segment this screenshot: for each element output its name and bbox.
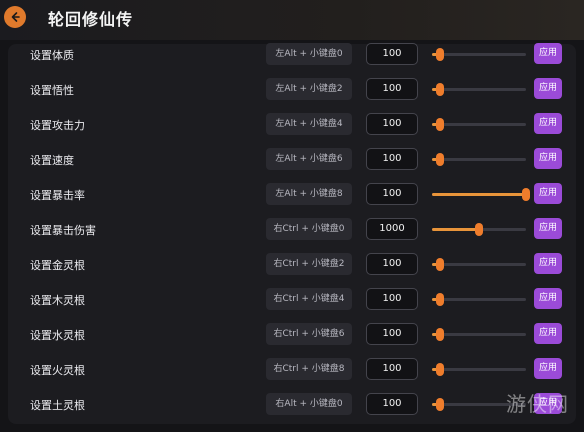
slider-thumb[interactable]: [475, 223, 483, 236]
apply-button[interactable]: 应用: [534, 148, 562, 169]
value-slider[interactable]: [432, 48, 526, 61]
back-button[interactable]: [4, 6, 26, 28]
hotkey-badge: 左Alt + 小键盘8: [266, 183, 352, 205]
value-slider[interactable]: [432, 188, 530, 201]
setting-label: 设置水灵根: [30, 329, 85, 342]
apply-button[interactable]: 应用: [534, 113, 562, 134]
hotkey-badge: 左Alt + 小键盘6: [266, 148, 352, 170]
slider-track: [432, 403, 526, 406]
slider-thumb[interactable]: [522, 188, 530, 201]
hotkey-badge: 右Ctrl + 小键盘4: [266, 288, 352, 310]
slider-thumb[interactable]: [435, 258, 444, 271]
slider-thumb[interactable]: [435, 83, 444, 96]
slider-track: [432, 123, 526, 126]
setting-label: 设置体质: [30, 49, 74, 62]
apply-button[interactable]: 应用: [534, 323, 562, 344]
setting-row: 设置攻击力 左Alt + 小键盘4 100 应用: [0, 110, 584, 140]
value-slider[interactable]: [432, 83, 526, 96]
setting-row: 设置速度 左Alt + 小键盘6 100 应用: [0, 145, 584, 175]
slider-track: [432, 333, 526, 336]
value-slider[interactable]: [432, 258, 526, 271]
slider-thumb[interactable]: [435, 153, 444, 166]
value-input[interactable]: 100: [366, 113, 418, 135]
slider-thumb[interactable]: [435, 293, 444, 306]
slider-thumb[interactable]: [435, 118, 444, 131]
value-slider[interactable]: [432, 363, 526, 376]
hotkey-badge: 右Ctrl + 小键盘2: [266, 253, 352, 275]
setting-label: 设置暴击率: [30, 189, 85, 202]
setting-row: 设置土灵根 右Alt + 小键盘0 100 应用: [0, 390, 584, 420]
slider-thumb[interactable]: [435, 48, 444, 61]
title-bar: 轮回修仙传: [0, 0, 584, 40]
setting-label: 设置火灵根: [30, 364, 85, 377]
slider-track: [432, 53, 526, 56]
value-input[interactable]: 1000: [366, 218, 418, 240]
apply-button[interactable]: 应用: [534, 218, 562, 239]
setting-label: 设置暴击伤害: [30, 224, 96, 237]
value-slider[interactable]: [432, 328, 526, 341]
apply-button[interactable]: 应用: [534, 43, 562, 64]
hotkey-badge: 右Alt + 小键盘0: [266, 393, 352, 415]
back-arrow-icon: [9, 8, 21, 27]
setting-row: 设置暴击伤害 右Ctrl + 小键盘0 1000 应用: [0, 215, 584, 245]
setting-label: 设置攻击力: [30, 119, 85, 132]
hotkey-badge: 右Ctrl + 小键盘8: [266, 358, 352, 380]
setting-label: 设置金灵根: [30, 259, 85, 272]
app-title: 轮回修仙传: [48, 10, 134, 29]
setting-label: 设置土灵根: [30, 399, 85, 412]
slider-thumb[interactable]: [435, 363, 444, 376]
slider-track: [432, 88, 526, 91]
apply-button[interactable]: 应用: [534, 358, 562, 379]
setting-row: 设置悟性 左Alt + 小键盘2 100 应用: [0, 75, 584, 105]
value-input[interactable]: 100: [366, 323, 418, 345]
apply-button[interactable]: 应用: [534, 253, 562, 274]
value-input[interactable]: 100: [366, 43, 418, 65]
value-slider[interactable]: [432, 153, 526, 166]
apply-button[interactable]: 应用: [534, 393, 562, 414]
setting-row: 设置暴击率 左Alt + 小键盘8 100 应用: [0, 180, 584, 210]
value-slider[interactable]: [432, 398, 526, 411]
value-input[interactable]: 100: [366, 253, 418, 275]
setting-row: 设置金灵根 右Ctrl + 小键盘2 100 应用: [0, 250, 584, 280]
slider-track: [432, 368, 526, 371]
value-input[interactable]: 100: [366, 288, 418, 310]
setting-row: 设置水灵根 右Ctrl + 小键盘6 100 应用: [0, 320, 584, 350]
setting-row: 设置木灵根 右Ctrl + 小键盘4 100 应用: [0, 285, 584, 315]
value-input[interactable]: 100: [366, 393, 418, 415]
slider-thumb[interactable]: [435, 398, 444, 411]
setting-row: 设置体质 左Alt + 小键盘0 100 应用: [0, 40, 584, 70]
setting-label: 设置木灵根: [30, 294, 85, 307]
value-input[interactable]: 100: [366, 78, 418, 100]
slider-fill: [432, 193, 526, 196]
value-input[interactable]: 100: [366, 358, 418, 380]
hotkey-badge: 左Alt + 小键盘4: [266, 113, 352, 135]
slider-track: [432, 158, 526, 161]
hotkey-badge: 右Ctrl + 小键盘6: [266, 323, 352, 345]
slider-track: [432, 298, 526, 301]
hotkey-badge: 左Alt + 小键盘2: [266, 78, 352, 100]
hotkey-badge: 左Alt + 小键盘0: [266, 43, 352, 65]
setting-label: 设置悟性: [30, 84, 74, 97]
apply-button[interactable]: 应用: [534, 288, 562, 309]
hotkey-badge: 右Ctrl + 小键盘0: [266, 218, 352, 240]
setting-label: 设置速度: [30, 154, 74, 167]
slider-track: [432, 263, 526, 266]
slider-fill: [432, 228, 479, 231]
value-slider[interactable]: [432, 118, 526, 131]
apply-button[interactable]: 应用: [534, 78, 562, 99]
value-input[interactable]: 100: [366, 183, 418, 205]
setting-row: 设置火灵根 右Ctrl + 小键盘8 100 应用: [0, 355, 584, 385]
value-input[interactable]: 100: [366, 148, 418, 170]
slider-thumb[interactable]: [435, 328, 444, 341]
value-slider[interactable]: [432, 223, 526, 236]
value-slider[interactable]: [432, 293, 526, 306]
apply-button[interactable]: 应用: [534, 183, 562, 204]
